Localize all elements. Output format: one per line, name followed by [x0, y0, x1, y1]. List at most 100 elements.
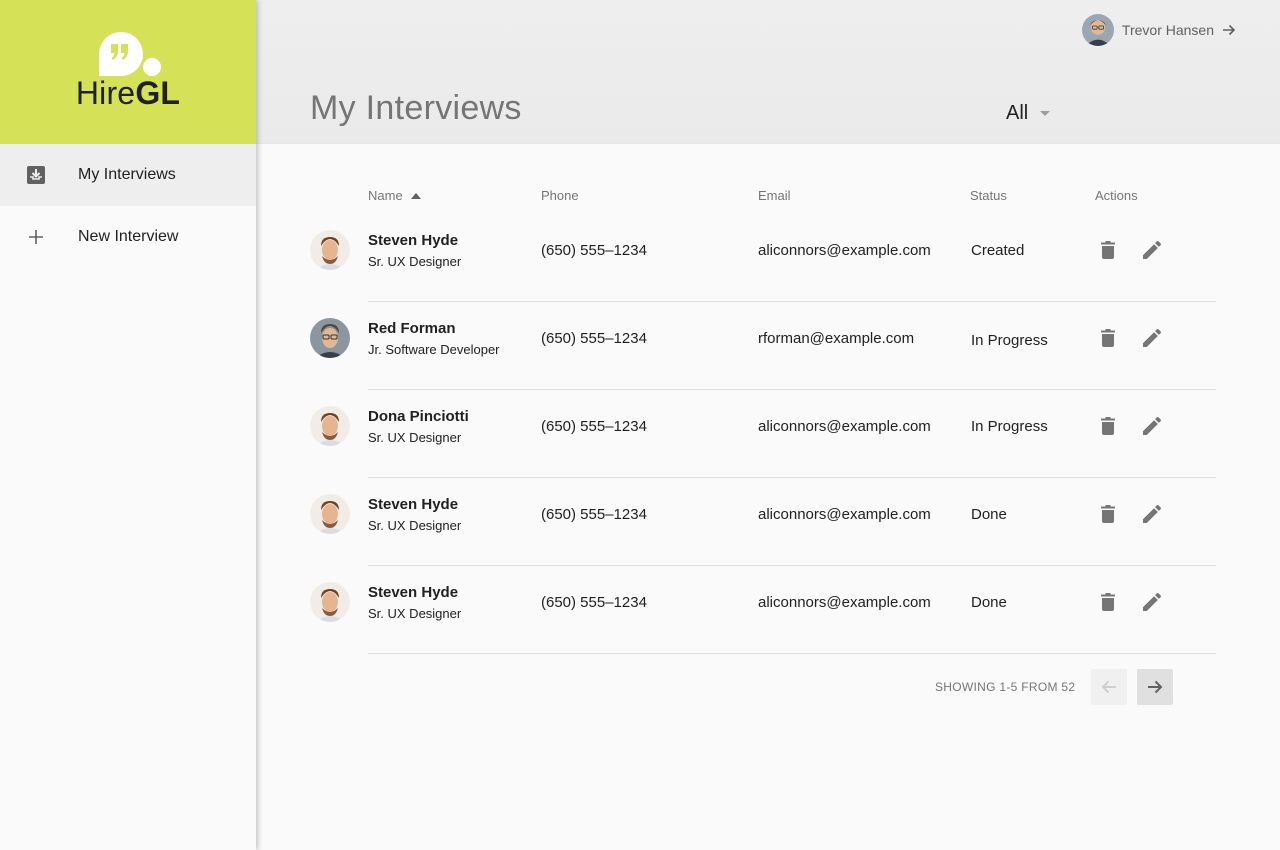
- sort-ascending-icon: [410, 192, 421, 199]
- table-row[interactable]: Steven Hyde Sr. UX Designer (650) 555–12…: [310, 214, 1216, 302]
- delete-button[interactable]: [1096, 502, 1120, 526]
- plus-icon: [26, 227, 46, 247]
- trash-icon: [1101, 417, 1115, 435]
- pencil-icon: [1143, 593, 1161, 611]
- arrow-right-icon: [1148, 680, 1163, 694]
- candidate-name: Steven Hyde: [368, 496, 459, 513]
- next-page-button[interactable]: [1137, 669, 1174, 705]
- page-header: Trevor Hansen My Interviews All: [256, 0, 1280, 144]
- email-cell: aliconnors@example.com: [758, 506, 931, 523]
- candidate-avatar: [310, 318, 350, 358]
- edit-button[interactable]: [1140, 502, 1164, 526]
- row-actions: [1096, 326, 1164, 350]
- delete-button[interactable]: [1096, 590, 1120, 614]
- page-title: My Interviews: [310, 89, 522, 127]
- candidate-name: Steven Hyde: [368, 584, 459, 601]
- delete-button[interactable]: [1096, 326, 1120, 350]
- pencil-icon: [1143, 329, 1161, 347]
- brand-header: HireGL: [0, 0, 256, 144]
- candidate-title: Sr. UX Designer: [368, 518, 462, 533]
- arrow-right-icon: [1222, 23, 1236, 37]
- column-header-name[interactable]: Name: [368, 188, 421, 203]
- delete-button[interactable]: [1096, 238, 1120, 262]
- filter-value: All: [1006, 102, 1029, 124]
- phone-cell: (650) 555–1234: [541, 330, 647, 347]
- email-cell: aliconnors@example.com: [758, 242, 931, 259]
- phone-cell: (650) 555–1234: [541, 506, 647, 523]
- column-header-email: Email: [758, 188, 791, 203]
- candidate-title: Sr. UX Designer: [368, 430, 462, 445]
- phone-cell: (650) 555–1234: [541, 242, 647, 259]
- column-header-phone: Phone: [541, 188, 579, 203]
- previous-page-button[interactable]: [1091, 669, 1128, 705]
- edit-button[interactable]: [1140, 238, 1164, 262]
- table-row[interactable]: Red Forman Jr. Software Developer (650) …: [310, 302, 1216, 390]
- status-cell: In Progress: [971, 332, 1048, 349]
- email-cell: aliconnors@example.com: [758, 418, 931, 435]
- email-cell: rforman@example.com: [758, 330, 915, 347]
- row-divider: [368, 653, 1216, 654]
- edit-button[interactable]: [1140, 590, 1164, 614]
- column-label: Actions: [1095, 188, 1138, 203]
- candidate-avatar: [310, 230, 350, 270]
- table-row[interactable]: Dona Pinciotti Sr. UX Designer (650) 555…: [310, 390, 1216, 478]
- candidate-name-cell: Dona Pinciotti Sr. UX Designer: [368, 408, 469, 445]
- row-actions: [1096, 414, 1164, 438]
- row-actions: [1096, 590, 1164, 614]
- sidebar-item-label: New Interview: [78, 228, 179, 245]
- caret-down-icon: [1040, 111, 1051, 116]
- pencil-icon: [1143, 505, 1161, 523]
- edit-button[interactable]: [1140, 326, 1164, 350]
- user-avatar: [1081, 14, 1114, 46]
- candidate-avatar: [310, 406, 350, 446]
- table-row[interactable]: Steven Hyde Sr. UX Designer (650) 555–12…: [310, 566, 1216, 654]
- delete-button[interactable]: [1096, 414, 1120, 438]
- logo-icon: [93, 30, 163, 76]
- edit-button[interactable]: [1140, 414, 1164, 438]
- trash-icon: [1101, 241, 1115, 259]
- phone-cell: (650) 555–1234: [541, 594, 647, 611]
- sidebar: HireGL My Interviews New Interview: [0, 0, 256, 850]
- interviews-table: Name Phone Email Status Actions Steven H…: [310, 176, 1216, 654]
- column-label: Email: [758, 188, 791, 203]
- email-cell: aliconnors@example.com: [758, 594, 931, 611]
- status-cell: Created: [971, 242, 1025, 259]
- pagination-summary: SHOWING 1-5 FROM 52: [935, 680, 1076, 694]
- pencil-icon: [1143, 241, 1161, 259]
- candidate-name-cell: Red Forman Jr. Software Developer: [368, 320, 500, 357]
- column-label: Name: [368, 188, 403, 203]
- status-filter-select[interactable]: All: [1006, 102, 1051, 125]
- trash-icon: [1101, 329, 1115, 347]
- row-actions: [1096, 502, 1164, 526]
- status-cell: Done: [971, 506, 1007, 523]
- sidebar-item-my-interviews[interactable]: My Interviews: [0, 144, 256, 206]
- logo-wordmark: HireGL: [75, 75, 181, 111]
- column-header-status: Status: [970, 188, 1007, 203]
- candidate-name: Dona Pinciotti: [368, 408, 469, 425]
- pagination: SHOWING 1-5 FROM 52: [935, 669, 1174, 705]
- inbox-download-icon: [26, 165, 46, 185]
- column-label: Status: [970, 188, 1007, 203]
- user-name: Trevor Hansen: [1121, 22, 1214, 38]
- phone-cell: (650) 555–1234: [541, 418, 647, 435]
- candidate-avatar: [310, 494, 350, 534]
- table-row[interactable]: Steven Hyde Sr. UX Designer (650) 555–12…: [310, 478, 1216, 566]
- column-label: Phone: [541, 188, 579, 203]
- status-cell: Done: [971, 594, 1007, 611]
- table-header: Name Phone Email Status Actions: [310, 176, 1216, 214]
- candidate-avatar: [310, 582, 350, 622]
- user-menu[interactable]: Trevor Hansen: [1081, 14, 1236, 46]
- candidate-name-cell: Steven Hyde Sr. UX Designer: [368, 232, 461, 269]
- arrow-left-icon: [1101, 680, 1117, 694]
- candidate-title: Sr. UX Designer: [368, 606, 462, 621]
- sidebar-item-new-interview[interactable]: New Interview: [0, 206, 256, 268]
- column-header-actions: Actions: [1095, 188, 1138, 203]
- trash-icon: [1101, 505, 1115, 523]
- candidate-title: Jr. Software Developer: [368, 342, 500, 357]
- candidate-name: Red Forman: [368, 320, 456, 337]
- sidebar-item-label: My Interviews: [78, 166, 176, 183]
- trash-icon: [1101, 593, 1115, 611]
- candidate-title: Sr. UX Designer: [368, 254, 462, 269]
- row-actions: [1096, 238, 1164, 262]
- candidate-name-cell: Steven Hyde Sr. UX Designer: [368, 496, 461, 533]
